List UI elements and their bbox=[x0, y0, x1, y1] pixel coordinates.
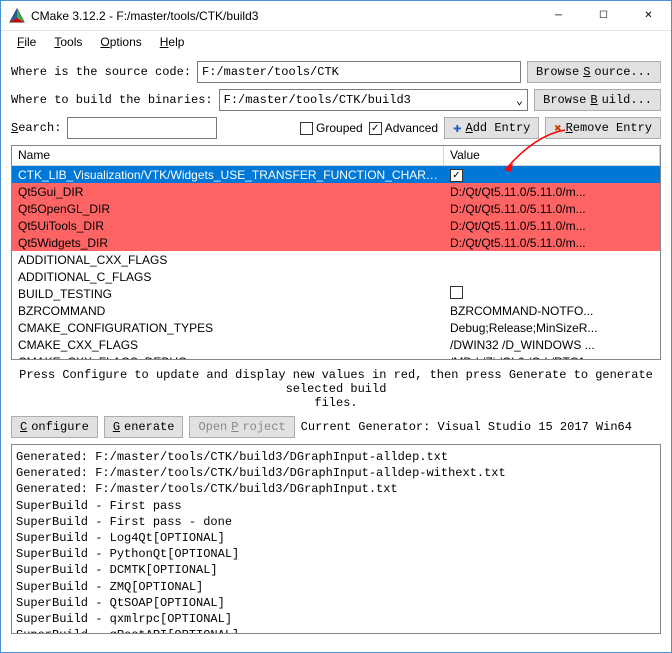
menu-tools[interactable]: Tools bbox=[46, 33, 90, 51]
generate-button[interactable]: Generate bbox=[104, 416, 184, 438]
browse-build-button[interactable]: Browse Build... bbox=[534, 89, 661, 111]
x-icon: ✖ bbox=[554, 121, 561, 136]
build-binaries-label: Where to build the binaries: bbox=[11, 93, 213, 107]
table-row[interactable]: CMAKE_CONFIGURATION_TYPESDebug;Release;M… bbox=[12, 319, 660, 336]
column-name[interactable]: Name bbox=[12, 146, 444, 165]
cell-name: ADDITIONAL_CXX_FLAGS bbox=[12, 253, 444, 267]
cell-name: CMAKE_CXX_FLAGS bbox=[12, 338, 444, 352]
cell-name: ADDITIONAL_C_FLAGS bbox=[12, 270, 444, 284]
cell-name: CMAKE_CONFIGURATION_TYPES bbox=[12, 321, 444, 335]
cell-value[interactable]: ✓ bbox=[444, 167, 660, 182]
cell-value[interactable] bbox=[444, 286, 660, 302]
checkbox-icon: ✓ bbox=[369, 122, 382, 135]
checkbox-icon bbox=[300, 122, 313, 135]
cell-name: Qt5OpenGL_DIR bbox=[12, 202, 444, 216]
cell-name: BZRCOMMAND bbox=[12, 304, 444, 318]
chevron-down-icon: ⌄ bbox=[516, 93, 523, 108]
source-code-label: Where is the source code: bbox=[11, 65, 191, 79]
cell-value[interactable]: /MDd /Zi /Ob0 /Od /RTC1 bbox=[444, 355, 660, 361]
cell-value[interactable]: D:/Qt/Qt5.11.0/5.11.0/m... bbox=[444, 185, 660, 199]
source-code-input[interactable] bbox=[197, 61, 521, 83]
search-input[interactable] bbox=[67, 117, 217, 139]
table-row[interactable]: Qt5Gui_DIRD:/Qt/Qt5.11.0/5.11.0/m... bbox=[12, 183, 660, 200]
build-binaries-value: F:/master/tools/CTK/build3 bbox=[224, 93, 411, 107]
search-label: Search: bbox=[11, 121, 61, 135]
cell-value[interactable]: BZRCOMMAND-NOTFO... bbox=[444, 304, 660, 318]
plus-icon: ✚ bbox=[453, 120, 461, 137]
cache-table: Name Value CTK_LIB_Visualization/VTK/Wid… bbox=[11, 145, 661, 360]
cell-name: CMAKE_CXX_FLAGS_DEBUG bbox=[12, 355, 444, 361]
cell-name: Qt5Widgets_DIR bbox=[12, 236, 444, 250]
cmake-icon bbox=[9, 8, 25, 24]
output-log[interactable]: Generated: F:/master/tools/CTK/build3/DG… bbox=[11, 444, 661, 634]
browse-source-button[interactable]: Browse Source... bbox=[527, 61, 661, 83]
minimize-button[interactable]: ─ bbox=[536, 1, 581, 30]
cell-value[interactable]: /DWIN32 /D_WINDOWS ... bbox=[444, 338, 660, 352]
menubar: File Tools Options Help bbox=[1, 31, 671, 53]
checkbox-icon[interactable]: ✓ bbox=[450, 169, 463, 182]
titlebar: CMake 3.12.2 - F:/master/tools/CTK/build… bbox=[1, 1, 671, 31]
remove-entry-button[interactable]: ✖ Remove Entry bbox=[545, 117, 661, 139]
advanced-checkbox[interactable]: ✓ Advanced bbox=[369, 121, 438, 135]
grouped-checkbox[interactable]: Grouped bbox=[300, 121, 363, 135]
window-title: CMake 3.12.2 - F:/master/tools/CTK/build… bbox=[31, 9, 536, 23]
table-body[interactable]: CTK_LIB_Visualization/VTK/Widgets_USE_TR… bbox=[12, 166, 660, 360]
table-row[interactable]: BZRCOMMANDBZRCOMMAND-NOTFO... bbox=[12, 302, 660, 319]
cell-value[interactable]: D:/Qt/Qt5.11.0/5.11.0/m... bbox=[444, 202, 660, 216]
current-generator-label: Current Generator: Visual Studio 15 2017… bbox=[301, 420, 632, 434]
cell-name: Qt5UiTools_DIR bbox=[12, 219, 444, 233]
cell-value[interactable]: D:/Qt/Qt5.11.0/5.11.0/m... bbox=[444, 236, 660, 250]
hint-text: Press Configure to update and display ne… bbox=[11, 364, 661, 416]
cell-value[interactable]: Debug;Release;MinSizeR... bbox=[444, 321, 660, 335]
column-value[interactable]: Value bbox=[444, 146, 660, 165]
cell-name: BUILD_TESTING bbox=[12, 287, 444, 301]
add-entry-button[interactable]: ✚ Add Entry bbox=[444, 117, 539, 139]
menu-help[interactable]: Help bbox=[152, 33, 193, 51]
table-row[interactable]: ADDITIONAL_CXX_FLAGS bbox=[12, 251, 660, 268]
table-row[interactable]: ADDITIONAL_C_FLAGS bbox=[12, 268, 660, 285]
table-row[interactable]: Qt5Widgets_DIRD:/Qt/Qt5.11.0/5.11.0/m... bbox=[12, 234, 660, 251]
cell-name: CTK_LIB_Visualization/VTK/Widgets_USE_TR… bbox=[12, 168, 444, 182]
table-row[interactable]: CMAKE_CXX_FLAGS/DWIN32 /D_WINDOWS ... bbox=[12, 336, 660, 353]
table-row[interactable]: Qt5UiTools_DIRD:/Qt/Qt5.11.0/5.11.0/m... bbox=[12, 217, 660, 234]
close-button[interactable]: ✕ bbox=[626, 1, 671, 30]
checkbox-icon[interactable] bbox=[450, 286, 463, 299]
configure-button[interactable]: Configure bbox=[11, 416, 98, 438]
build-binaries-combo[interactable]: F:/master/tools/CTK/build3 ⌄ bbox=[219, 89, 529, 111]
menu-file[interactable]: File bbox=[9, 33, 44, 51]
table-row[interactable]: BUILD_TESTING bbox=[12, 285, 660, 302]
maximize-button[interactable]: ☐ bbox=[581, 1, 626, 30]
menu-options[interactable]: Options bbox=[92, 33, 149, 51]
table-row[interactable]: Qt5OpenGL_DIRD:/Qt/Qt5.11.0/5.11.0/m... bbox=[12, 200, 660, 217]
cell-name: Qt5Gui_DIR bbox=[12, 185, 444, 199]
open-project-button: Open Project bbox=[189, 416, 294, 438]
table-row[interactable]: CMAKE_CXX_FLAGS_DEBUG/MDd /Zi /Ob0 /Od /… bbox=[12, 353, 660, 360]
table-row[interactable]: CTK_LIB_Visualization/VTK/Widgets_USE_TR… bbox=[12, 166, 660, 183]
cell-value[interactable]: D:/Qt/Qt5.11.0/5.11.0/m... bbox=[444, 219, 660, 233]
